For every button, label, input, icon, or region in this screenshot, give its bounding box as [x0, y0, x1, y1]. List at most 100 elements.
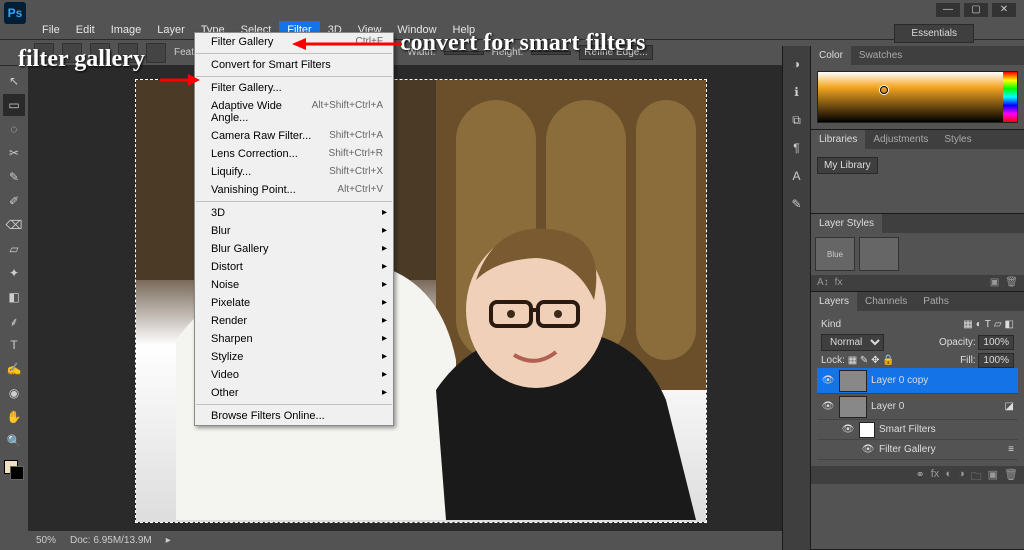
- filter-mask-thumb[interactable]: [859, 422, 875, 438]
- tab-paths[interactable]: Paths: [915, 292, 957, 311]
- menu-item-stylize[interactable]: Stylize: [195, 348, 393, 366]
- hand-tool[interactable]: ✋: [3, 406, 25, 428]
- eyedropper-tool[interactable]: ✎: [3, 166, 25, 188]
- lock-pos-icon[interactable]: ✥: [871, 355, 879, 366]
- smart-filters-row[interactable]: 👁 Smart Filters: [817, 420, 1018, 440]
- text-tool[interactable]: T: [3, 334, 25, 356]
- fill-input[interactable]: 100%: [978, 353, 1014, 368]
- selection-mode-add-icon[interactable]: [90, 43, 110, 63]
- menu-item-filter-gallery[interactable]: Filter Gallery...: [195, 79, 393, 97]
- menu-item-noise[interactable]: Noise: [195, 276, 393, 294]
- path-tool[interactable]: ✍: [3, 358, 25, 380]
- gradient-tool[interactable]: ▱: [3, 238, 25, 260]
- menu-item-distort[interactable]: Distort: [195, 258, 393, 276]
- menu-item-camera-raw[interactable]: Camera Raw Filter...Shift+Ctrl+A: [195, 127, 393, 145]
- active-tool-icon[interactable]: [34, 43, 54, 63]
- opacity-input[interactable]: 100%: [978, 335, 1014, 350]
- menu-image[interactable]: Image: [103, 21, 150, 39]
- delete-layer-icon[interactable]: 🗑: [1004, 468, 1018, 482]
- canvas-viewport[interactable]: [28, 66, 810, 530]
- doc-size[interactable]: Doc: 6.95M/13.9M: [70, 535, 152, 546]
- tab-layers[interactable]: Layers: [811, 292, 857, 311]
- eraser-tool[interactable]: ⌫: [3, 214, 25, 236]
- menu-item-render[interactable]: Render: [195, 312, 393, 330]
- mask-icon[interactable]: ◐: [945, 468, 952, 482]
- visibility-toggle-icon[interactable]: 👁: [821, 375, 835, 386]
- menu-window[interactable]: Window: [389, 21, 444, 39]
- smart-filter-name[interactable]: Filter Gallery: [879, 444, 1004, 455]
- blur-tool[interactable]: ◧: [3, 286, 25, 308]
- layer-row[interactable]: 👁 Layer 0 copy: [817, 368, 1018, 394]
- menu-item-blur[interactable]: Blur: [195, 222, 393, 240]
- marquee-tool[interactable]: ▭: [3, 94, 25, 116]
- new-layer-icon[interactable]: ▣: [988, 468, 998, 482]
- tab-color[interactable]: Color: [811, 46, 851, 65]
- lock-trans-icon[interactable]: ▦: [848, 355, 857, 366]
- crop-tool[interactable]: ✂: [3, 142, 25, 164]
- menu-item-other[interactable]: Other: [195, 384, 393, 402]
- clone-tool[interactable]: ✦: [3, 262, 25, 284]
- styles-new-icon[interactable]: ▣: [990, 277, 999, 289]
- move-tool[interactable]: ↖: [3, 70, 25, 92]
- menu-item-video[interactable]: Video: [195, 366, 393, 384]
- info-icon[interactable]: ℹ: [787, 82, 807, 102]
- selection-mode-new-icon[interactable]: [62, 43, 82, 63]
- menu-file[interactable]: File: [34, 21, 68, 39]
- selection-mode-intersect-icon[interactable]: [146, 43, 166, 63]
- pen-tool[interactable]: ⸙: [3, 310, 25, 332]
- fx-icon[interactable]: fx: [931, 468, 940, 482]
- zoom-level[interactable]: 50%: [36, 535, 56, 546]
- brush-presets-icon[interactable]: ✎: [787, 194, 807, 214]
- menu-item-adaptive-wide-angle[interactable]: Adaptive Wide Angle...Alt+Shift+Ctrl+A: [195, 97, 393, 127]
- layer-row[interactable]: 👁 Layer 0 ◪: [817, 394, 1018, 420]
- character-icon[interactable]: A: [787, 166, 807, 186]
- menu-layer[interactable]: Layer: [149, 21, 193, 39]
- color-swatch[interactable]: [4, 460, 24, 480]
- styles-fx-icon[interactable]: fx: [835, 277, 843, 289]
- filter-blend-icon[interactable]: ≡: [1008, 444, 1014, 455]
- lock-all-icon[interactable]: 🔒: [882, 355, 894, 366]
- menu-item-liquify[interactable]: Liquify...Shift+Ctrl+X: [195, 163, 393, 181]
- filter-shape-icon[interactable]: ▱: [994, 319, 1002, 330]
- layer-thumb[interactable]: [839, 370, 867, 392]
- group-icon[interactable]: 🗀: [971, 468, 982, 482]
- menu-item-pixelate[interactable]: Pixelate: [195, 294, 393, 312]
- style-thumb-2[interactable]: [859, 237, 899, 271]
- height-input[interactable]: [531, 51, 571, 55]
- smart-filter-item[interactable]: 👁 Filter Gallery ≡: [817, 440, 1018, 460]
- close-button[interactable]: ✕: [992, 3, 1016, 17]
- layer-name[interactable]: Layer 0: [871, 401, 1001, 412]
- menu-item-blur-gallery[interactable]: Blur Gallery: [195, 240, 393, 258]
- shape-tool[interactable]: ◉: [3, 382, 25, 404]
- zoom-tool[interactable]: 🔍: [3, 430, 25, 452]
- library-dropdown[interactable]: My Library: [817, 157, 878, 174]
- width-input[interactable]: [444, 51, 484, 55]
- menu-item-browse-online[interactable]: Browse Filters Online...: [195, 407, 393, 425]
- maximize-button[interactable]: ▢: [964, 3, 988, 17]
- menu-item-vanishing-point[interactable]: Vanishing Point...Alt+Ctrl+V: [195, 181, 393, 199]
- menu-item-last-filter[interactable]: Filter GalleryCtrl+F: [195, 33, 393, 51]
- workspace-dropdown[interactable]: Essentials: [894, 24, 974, 43]
- menu-item-convert-smart[interactable]: Convert for Smart Filters: [195, 56, 393, 74]
- tab-channels[interactable]: Channels: [857, 292, 915, 311]
- tab-libraries[interactable]: Libraries: [811, 130, 865, 149]
- tab-layer-styles[interactable]: Layer Styles: [811, 214, 882, 233]
- color-picker[interactable]: [817, 71, 1018, 123]
- filter-type-icon[interactable]: T: [985, 319, 991, 330]
- menu-edit[interactable]: Edit: [68, 21, 103, 39]
- refine-edge-button[interactable]: Refine Edge...: [579, 45, 652, 60]
- styles-delete-icon[interactable]: 🗑: [1005, 277, 1018, 289]
- hue-slider[interactable]: [1003, 72, 1017, 122]
- style-thumb-1[interactable]: Blue Shado...: [815, 237, 855, 271]
- minimize-button[interactable]: —: [936, 3, 960, 17]
- menu-item-lens-correction[interactable]: Lens Correction...Shift+Ctrl+R: [195, 145, 393, 163]
- menu-item-3d[interactable]: 3D: [195, 204, 393, 222]
- paragraph-icon[interactable]: ¶: [787, 138, 807, 158]
- tab-adjustments[interactable]: Adjustments: [865, 130, 936, 149]
- menu-help[interactable]: Help: [445, 21, 484, 39]
- lock-pixels-icon[interactable]: ✎: [860, 355, 868, 366]
- status-expand-icon[interactable]: ▸: [166, 535, 171, 546]
- selection-mode-subtract-icon[interactable]: [118, 43, 138, 63]
- visibility-toggle-icon[interactable]: 👁: [841, 424, 855, 435]
- styles-zoom-icon[interactable]: A↕: [817, 277, 829, 289]
